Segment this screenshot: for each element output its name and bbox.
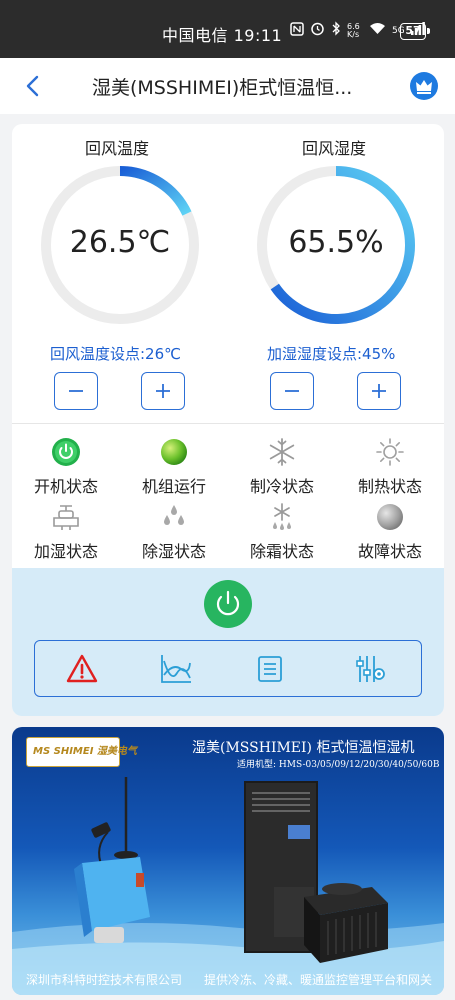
state-label: 制冷状态 [249, 477, 314, 496]
plus-icon [372, 384, 386, 398]
crown-icon[interactable] [410, 72, 438, 100]
banner-title: 湿美(MSSHIMEI) 柜式恒温恒湿机 [192, 740, 415, 756]
run-indicator-icon [161, 439, 187, 465]
return-air-humidity-value: 65.5% [288, 225, 384, 260]
battery-indicator: 57 [400, 23, 430, 40]
fault-indicator-icon [377, 504, 403, 530]
banner-models: 适用机型: HMS-03/05/09/12/20/30/40/50/60B [237, 760, 440, 770]
device-control-card: 回风温度 26.5℃ 回风温度设点:26℃ 回风湿度 65.5% 加湿湿度设点:… [12, 124, 444, 716]
state-label: 加湿状态 [33, 542, 98, 561]
state-defrosting: 除霜状态 [228, 502, 336, 562]
humidity-setpoint: 加湿湿度设点:45% [267, 345, 396, 363]
power-button[interactable] [204, 580, 252, 628]
gauge-progress-arc [119, 166, 192, 216]
alarm-icon[interactable] [65, 653, 99, 685]
state-fault: 故障状态 [336, 502, 444, 562]
control-panel [12, 568, 444, 716]
state-label: 开机状态 [33, 477, 98, 496]
status-bar: 中国电信 19:11 6.6 K/s 5G 57 [0, 0, 455, 58]
return-air-humidity-label: 回风湿度 [302, 139, 367, 158]
state-cooling: 制冷状态 [228, 437, 336, 497]
minus-icon [69, 390, 83, 392]
state-label: 机组运行 [141, 477, 206, 496]
return-air-temp-label: 回风温度 [85, 139, 150, 158]
app-header: 湿美(MSSHIMEI)柜式恒温恒... [0, 58, 455, 114]
state-humidifying: 加湿状态 [12, 502, 120, 562]
brand-logo: MS SHIMEI 湿美电气 [26, 737, 137, 767]
state-heating: 制热状态 [336, 437, 444, 497]
state-label: 除霜状态 [249, 542, 314, 561]
function-toolbar [34, 640, 422, 697]
chevron-left-icon[interactable] [22, 72, 46, 100]
plus-icon [156, 384, 170, 398]
sun-icon [376, 438, 404, 466]
defrost-icon [273, 503, 291, 530]
state-label: 除湿状态 [141, 542, 206, 561]
network-speed: 6.6 K/s [347, 21, 360, 39]
power-button-icon [216, 590, 240, 616]
wifi-icon [369, 22, 386, 39]
state-label: 故障状态 [357, 542, 422, 561]
divider [12, 423, 444, 424]
minus-icon [285, 390, 299, 392]
humidifier-valve-icon [53, 505, 79, 530]
product-banner[interactable]: MS SHIMEI 湿美电气 湿美(MSSHIMEI) 柜式恒温恒湿机 适用机型… [12, 727, 444, 995]
banner-slogan: 提供冷冻、冷藏、暖通监控管理平台和网关 [204, 973, 433, 987]
state-label: 制热状态 [357, 477, 422, 496]
list-icon[interactable] [253, 653, 287, 685]
temp-setpoint: 回风温度设点:26℃ [50, 345, 181, 363]
return-air-temp-value: 26.5℃ [69, 225, 171, 260]
chart-icon[interactable] [159, 653, 193, 685]
water-drops-icon [164, 505, 184, 525]
humidity-decrease-button[interactable] [270, 372, 314, 410]
carrier-time: 中国电信 19:11 [162, 26, 283, 45]
page-title: 湿美(MSSHIMEI)柜式恒温恒... [92, 77, 353, 99]
state-unit-running: 机组运行 [120, 437, 228, 497]
state-power-on: 开机状态 [12, 437, 120, 497]
humidity-increase-button[interactable] [357, 372, 401, 410]
banner-company: 深圳市科特时控技术有限公司 [26, 973, 183, 987]
temp-decrease-button[interactable] [54, 372, 98, 410]
snowflake-icon [269, 438, 295, 466]
bluetooth-icon [331, 21, 341, 40]
temp-increase-button[interactable] [141, 372, 185, 410]
power-on-icon [52, 438, 80, 466]
settings-sliders-icon[interactable] [353, 653, 387, 685]
state-dehumidifying: 除湿状态 [120, 502, 228, 562]
alarm-clock-icon [310, 21, 325, 40]
nfc-icon [290, 21, 304, 40]
